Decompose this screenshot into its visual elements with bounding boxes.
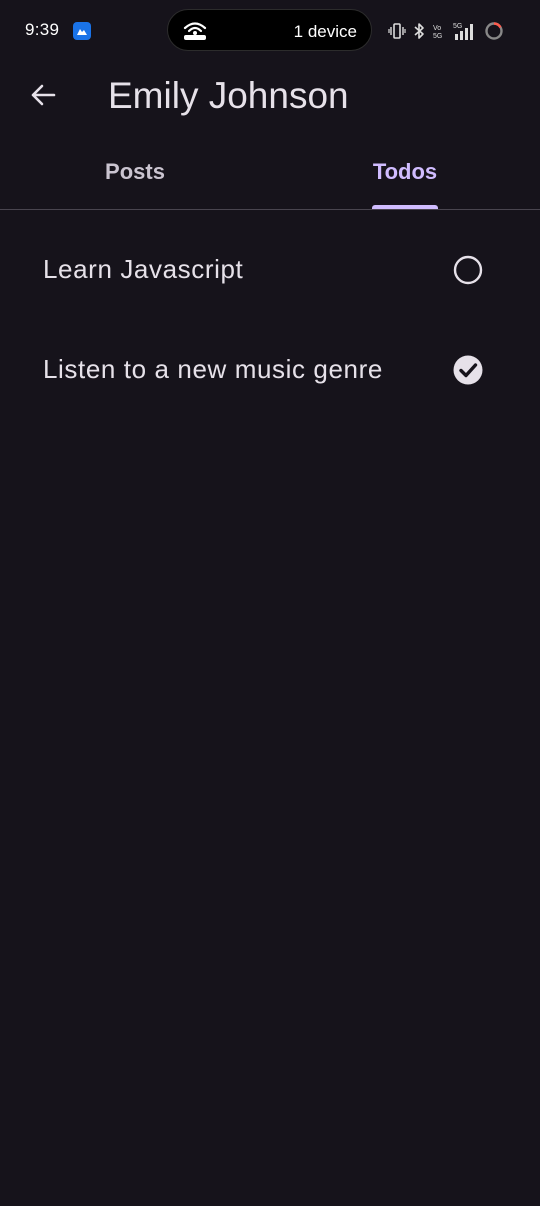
- status-bar: 9:39 1 device Vo 5G 5G: [0, 0, 540, 62]
- todo-title: Listen to a new music genre: [43, 354, 383, 384]
- tab-bar: Posts Todos: [0, 145, 540, 210]
- signal-5g-icon: 5G: [453, 21, 477, 41]
- back-button[interactable]: [22, 76, 64, 118]
- app-notification-icon: [73, 22, 91, 40]
- tab-posts[interactable]: Posts: [0, 145, 270, 208]
- tab-posts-label: Posts: [105, 159, 165, 184]
- list-item[interactable]: Learn Javascript: [0, 220, 540, 320]
- tab-todos-label: Todos: [372, 159, 438, 184]
- svg-text:5G: 5G: [453, 23, 462, 30]
- volte-icon: Vo 5G: [432, 22, 446, 40]
- dynamic-island[interactable]: 1 device: [167, 9, 372, 51]
- todo-list: Learn Javascript Listen to a new music g…: [0, 220, 540, 420]
- arrow-back-icon: [29, 81, 57, 114]
- check-circle-icon[interactable]: [452, 354, 484, 386]
- hotspot-icon: [182, 20, 208, 47]
- svg-text:Vo: Vo: [433, 25, 441, 32]
- todo-title: Learn Javascript: [43, 254, 244, 284]
- status-time: 9:39: [25, 20, 60, 39]
- bluetooth-icon: [413, 22, 425, 40]
- page-title: Emily Johnson: [108, 75, 349, 116]
- battery-ring-icon: [484, 21, 504, 41]
- tab-indicator: [372, 205, 438, 209]
- system-icons: Vo 5G 5G: [388, 20, 504, 42]
- list-item[interactable]: Listen to a new music genre: [0, 320, 540, 420]
- svg-text:5G: 5G: [433, 33, 442, 40]
- vibrate-icon: [388, 22, 406, 40]
- circle-outline-icon[interactable]: [452, 254, 484, 286]
- app-bar: Emily Johnson: [0, 62, 540, 132]
- tab-todos[interactable]: Todos: [270, 145, 540, 208]
- connected-devices-text: 1 device: [293, 22, 357, 41]
